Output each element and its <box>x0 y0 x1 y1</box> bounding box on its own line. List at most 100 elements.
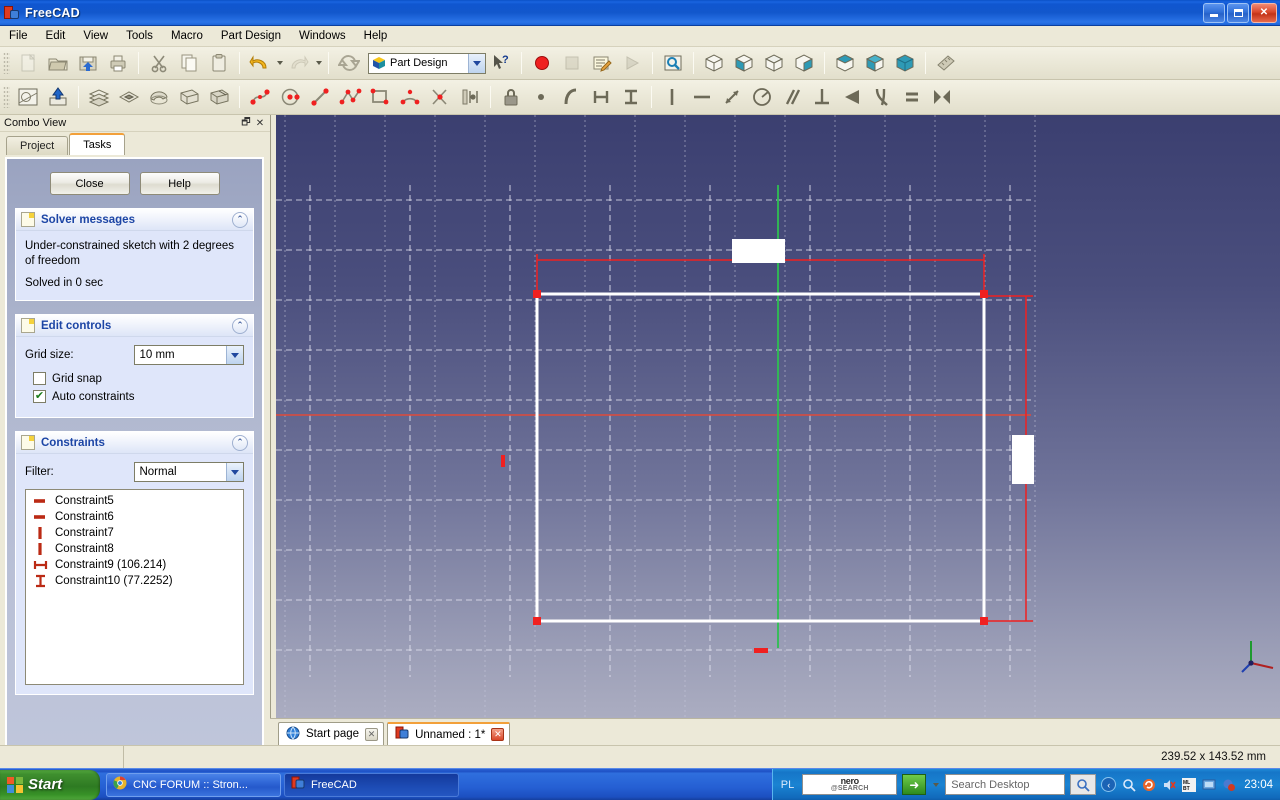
print-document-icon[interactable] <box>103 49 133 77</box>
constraint-radius-icon[interactable] <box>747 83 777 111</box>
search-go-button[interactable]: ➜ <box>902 774 927 795</box>
menu-windows[interactable]: Windows <box>290 28 355 44</box>
grid-size-select[interactable]: 10 mm <box>134 345 244 365</box>
save-document-icon[interactable] <box>73 49 103 77</box>
redo-dropdown-icon[interactable] <box>314 49 323 77</box>
menu-part-design[interactable]: Part Design <box>212 28 290 44</box>
solver-messages-header[interactable]: Solver messages ⌃ <box>16 209 253 231</box>
collapse-chevron-icon[interactable]: ⌃ <box>232 211 248 228</box>
axonometric-view-icon[interactable] <box>699 49 729 77</box>
edit-controls-header[interactable]: Edit controls ⌃ <box>16 315 253 337</box>
create-sketch-icon[interactable] <box>13 83 43 111</box>
list-item[interactable]: Constraint7 <box>28 525 241 541</box>
sketch-line-icon[interactable] <box>305 83 335 111</box>
constraint-point-on-object-icon[interactable] <box>556 83 586 111</box>
leave-sketch-icon[interactable] <box>43 83 73 111</box>
front-view-icon[interactable] <box>729 49 759 77</box>
list-item[interactable]: Constraint10 (77.2252) <box>28 573 241 589</box>
search-icon[interactable] <box>1070 774 1097 795</box>
collapse-chevron-icon[interactable]: ⌃ <box>232 317 248 334</box>
language-indicator[interactable]: PL <box>781 779 794 791</box>
constraint-vertical-icon[interactable] <box>657 83 687 111</box>
tab-start-page[interactable]: Start page ✕ <box>278 722 385 745</box>
pocket-icon[interactable] <box>114 83 144 111</box>
tab-unnamed-document[interactable]: Unnamed : 1* ✕ <box>387 722 511 745</box>
undo-dropdown-icon[interactable] <box>275 49 284 77</box>
taskbar-clock[interactable]: 23:04 <box>1244 779 1273 791</box>
tab-project[interactable]: Project <box>6 136 69 155</box>
close-tab-icon[interactable]: ✕ <box>365 727 379 741</box>
grid-snap-row[interactable]: Grid snap <box>33 372 244 385</box>
left-view-icon[interactable] <box>890 49 920 77</box>
tab-tasks[interactable]: Tasks <box>69 133 126 155</box>
sketch-circle-icon[interactable] <box>275 83 305 111</box>
constraint-parallel-icon[interactable] <box>777 83 807 111</box>
constraints-header[interactable]: Constraints ⌃ <box>16 432 253 454</box>
sketch-polyline-icon[interactable] <box>335 83 365 111</box>
undo-icon[interactable] <box>245 49 275 77</box>
constraint-tangent-icon[interactable] <box>867 83 897 111</box>
right-view-icon[interactable] <box>789 49 819 77</box>
undock-icon[interactable]: 🗗 <box>239 117 253 130</box>
help-task-button[interactable]: Help <box>139 172 220 195</box>
close-tab-icon[interactable]: ✕ <box>491 728 505 741</box>
revolution-icon[interactable] <box>144 83 174 111</box>
top-view-icon[interactable] <box>759 49 789 77</box>
sketch-trim-icon[interactable] <box>425 83 455 111</box>
collapse-chevron-icon[interactable]: ⌃ <box>232 434 248 451</box>
open-document-icon[interactable] <box>43 49 73 77</box>
taskbar-item-browser[interactable]: CNC FORUM :: Stron... <box>106 772 281 797</box>
maximize-button[interactable] <box>1227 2 1249 23</box>
chevron-down-icon[interactable] <box>226 346 243 364</box>
list-item[interactable]: Constraint8 <box>28 541 241 557</box>
workbench-dropdown-icon[interactable] <box>468 53 485 73</box>
sketch-viewport[interactable] <box>276 115 1280 718</box>
tray-volume-muted-icon[interactable] <box>1161 777 1176 792</box>
chevron-down-icon[interactable] <box>931 771 940 799</box>
constraint-filter-select[interactable]: Normal <box>134 462 244 482</box>
show-hidden-icons-icon[interactable]: ‹ <box>1101 777 1117 792</box>
sketch-spline-icon[interactable] <box>245 83 275 111</box>
tray-search-icon[interactable] <box>1121 777 1136 792</box>
sketch-arc-icon[interactable] <box>395 83 425 111</box>
list-item[interactable]: Constraint5 <box>28 493 241 509</box>
sketch-external-geometry-icon[interactable] <box>455 83 485 111</box>
menu-tools[interactable]: Tools <box>117 28 162 44</box>
auto-constraints-checkbox[interactable] <box>33 390 46 403</box>
menu-help[interactable]: Help <box>355 28 397 44</box>
redo-icon[interactable] <box>284 49 314 77</box>
cut-icon[interactable] <box>144 49 174 77</box>
grid-snap-checkbox[interactable] <box>33 372 46 385</box>
menu-macro[interactable]: Macro <box>162 28 212 44</box>
tray-security-icon[interactable] <box>1221 777 1236 792</box>
fillet-icon[interactable] <box>174 83 204 111</box>
chamfer-icon[interactable] <box>204 83 234 111</box>
macro-record-icon[interactable] <box>527 49 557 77</box>
taskbar-item-freecad[interactable]: FreeCAD <box>284 772 459 797</box>
constraint-equal-icon[interactable] <box>897 83 927 111</box>
macro-edit-icon[interactable] <box>587 49 617 77</box>
start-button[interactable]: Start <box>0 769 100 800</box>
tray-bluetooth-icon[interactable]: ML BT <box>1181 777 1196 792</box>
sketch-rectangle-icon[interactable] <box>365 83 395 111</box>
constraint-lock-icon[interactable] <box>496 83 526 111</box>
list-item[interactable]: Constraint9 (106.214) <box>28 557 241 573</box>
tray-network-icon[interactable] <box>1201 777 1216 792</box>
bottom-view-icon[interactable] <box>860 49 890 77</box>
close-button[interactable]: ✕ <box>1251 2 1277 23</box>
whats-this-icon[interactable]: ? <box>486 49 516 77</box>
chevron-down-icon[interactable] <box>226 463 243 481</box>
refresh-icon[interactable] <box>334 49 364 77</box>
constraint-distance-icon[interactable] <box>717 83 747 111</box>
constraint-vertical-distance-icon[interactable] <box>616 83 646 111</box>
auto-constraints-row[interactable]: Auto constraints <box>33 390 244 403</box>
constraint-horizontal-distance-icon[interactable] <box>586 83 616 111</box>
toolbar-grip[interactable] <box>3 86 10 108</box>
sketch-canvas[interactable] <box>276 115 1280 718</box>
constraint-coincident-icon[interactable] <box>526 83 556 111</box>
workbench-selector[interactable]: Part Design <box>368 52 486 74</box>
search-input[interactable]: Search Desktop <box>945 774 1066 795</box>
measure-distance-icon[interactable] <box>931 49 961 77</box>
menu-edit[interactable]: Edit <box>37 28 75 44</box>
constraints-list[interactable]: Constraint5 Constraint6 Constraint7 Cons… <box>25 489 244 685</box>
